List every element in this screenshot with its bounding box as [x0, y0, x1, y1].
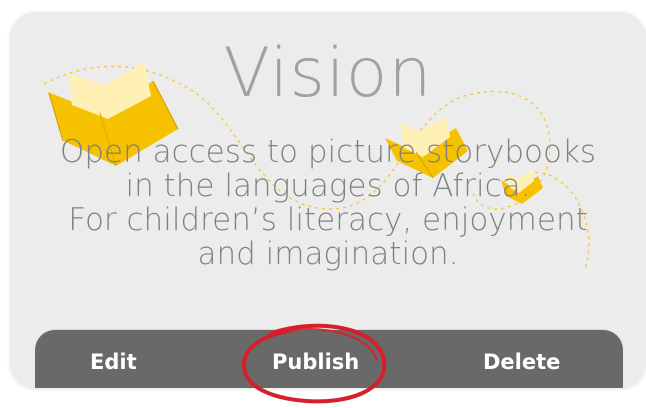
vision-line: Open access to picture storybooks [59, 134, 597, 170]
bottom-action-toolbar: Edit Publish Delete [35, 330, 623, 388]
publish-button[interactable]: Publish [272, 352, 359, 373]
delete-button[interactable]: Delete [483, 352, 560, 373]
vision-line: For children’s literacy, enjoyment [68, 202, 588, 238]
vision-line: in the languages of Africa. [125, 168, 531, 204]
vision-description: Open access to picture storybooks in the… [10, 135, 646, 271]
vision-card: Vision Open access to picture storybooks… [10, 12, 646, 388]
edit-button[interactable]: Edit [90, 352, 137, 373]
vision-line: and imagination. [197, 236, 459, 272]
vision-title: Vision [223, 34, 433, 113]
